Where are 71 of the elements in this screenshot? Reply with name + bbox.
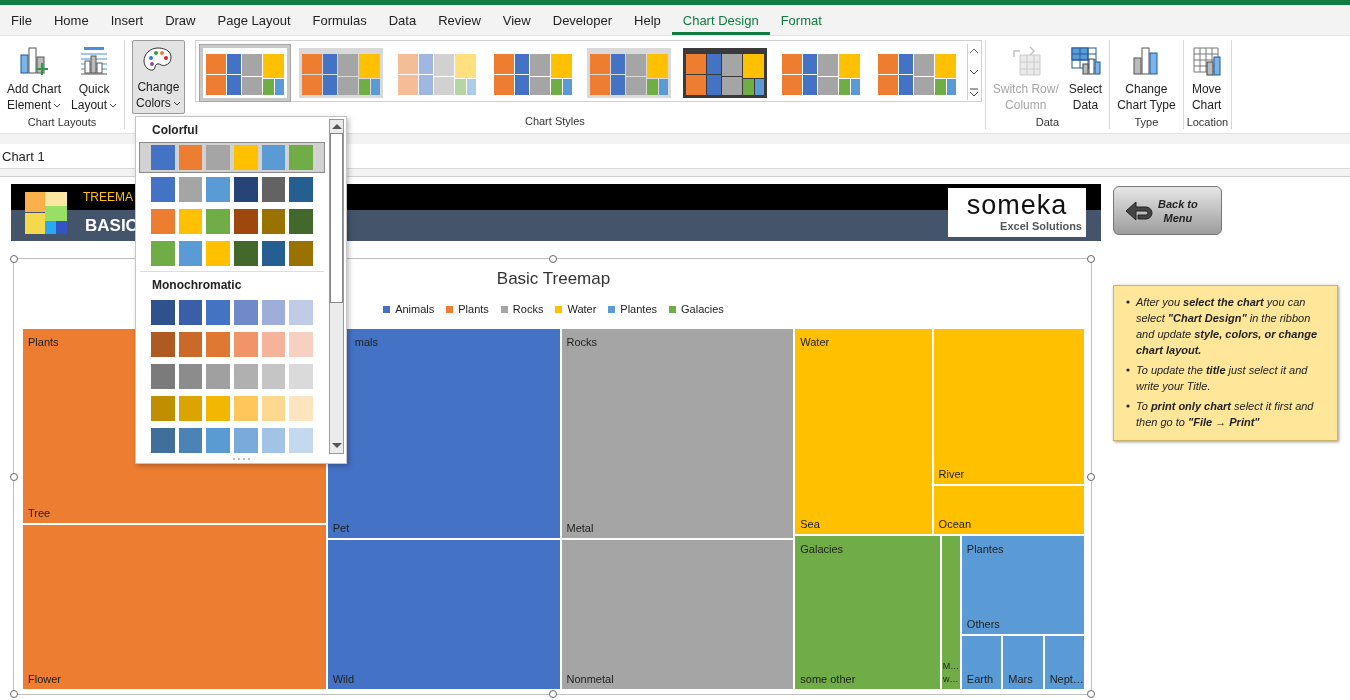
ribbon-tab[interactable]: Draw: [154, 5, 207, 35]
ribbon-tab[interactable]: Developer: [541, 5, 623, 35]
ribbon-tab[interactable]: View: [491, 5, 542, 35]
note-text: After you select the chart you can select "Chart Design" in the ribbon and update style, colors, or change chart layout.: [1136, 295, 1318, 358]
ribbon-tab[interactable]: Page Layout: [206, 5, 302, 35]
tile-label: M… w…: [942, 660, 959, 686]
tile-label: some other: [800, 673, 857, 685]
ribbon-button[interactable]: Move Chart: [1186, 40, 1227, 116]
ribbon-tab[interactable]: Home: [42, 5, 100, 35]
tile-label: Metal: [566, 521, 595, 534]
legend-label: Animals: [395, 303, 435, 315]
treemap-tile[interactable]: Earth: [961, 635, 1002, 689]
ribbon-button[interactable]: Select Data: [1064, 40, 1107, 116]
tile-label: Mars: [1008, 673, 1034, 685]
tile-label: Pet: [332, 521, 351, 534]
category-label: Rocks: [566, 336, 599, 348]
ribbon-tab[interactable]: File: [0, 5, 43, 35]
treemap-tile[interactable]: Nonmetal: [561, 539, 794, 689]
group-label: Chart Styles: [524, 115, 585, 129]
treemap-tile[interactable]: Nept…: [1044, 635, 1084, 689]
tile-label: Earth: [966, 673, 995, 685]
treemap-tile[interactable]: Plantes Others: [961, 535, 1084, 634]
group-label: Data: [1035, 116, 1060, 130]
ribbon-button[interactable]: Change Chart Type: [1113, 40, 1180, 116]
chart-title[interactable]: Basic Treemap: [496, 269, 611, 289]
legend-label: Galacies: [681, 303, 724, 315]
change-colors-button[interactable]: Change Colors: [132, 40, 185, 114]
section-heading: Colorful: [151, 122, 199, 139]
treemap-tile[interactable]: Flower: [23, 524, 326, 689]
group-label: Chart Layouts: [27, 116, 97, 130]
tile-label: Tree: [28, 506, 52, 519]
name-box[interactable]: Chart 1: [0, 148, 47, 164]
ribbon-tab[interactable]: Review: [427, 5, 492, 35]
ribbon-tab[interactable]: Insert: [99, 5, 155, 35]
treemap-tile[interactable]: River: [933, 329, 1084, 485]
ribbon-tab[interactable]: Help: [623, 5, 672, 35]
category-label: Plantes: [966, 542, 1005, 555]
tile-label: Sea: [800, 517, 821, 530]
banner-subtitle: BASIC: [85, 215, 138, 236]
back-button[interactable]: Back to Menu: [1113, 186, 1222, 235]
ribbon-tab[interactable]: Data: [377, 5, 428, 35]
treemap-tile[interactable]: Rocks Metal: [561, 329, 794, 538]
treemap-tile[interactable]: M… w…: [941, 535, 960, 689]
tile-label: Flower: [28, 673, 62, 685]
section-heading: Monochromatic: [151, 277, 243, 294]
legend-label: Rocks: [512, 303, 544, 315]
group-label: Location: [1186, 116, 1229, 130]
treemap-tile[interactable]: Ocean: [933, 486, 1084, 534]
group-label: Type: [1134, 116, 1159, 130]
treemap-tile[interactable]: Galacies some other: [795, 535, 940, 689]
legend-label: Plants: [458, 303, 489, 315]
tile-label: Wild: [332, 673, 356, 685]
tile-label: Ocean: [938, 517, 972, 530]
category-label: mals: [353, 336, 379, 348]
note-text: To print only chart select it first and then go to "File → Print": [1136, 399, 1315, 430]
tile-label: River: [938, 468, 966, 481]
brand-tagline: Excel Solutions: [1000, 220, 1082, 232]
category-label: Water: [800, 336, 831, 348]
legend-label: Water: [567, 303, 597, 315]
ribbon-button[interactable]: Quick Layout: [67, 40, 122, 116]
treemap-tile[interactable]: Mars: [1003, 635, 1043, 689]
ribbon-button[interactable]: Add Chart Element: [3, 40, 66, 116]
ribbon-tab[interactable]: Formulas: [301, 5, 378, 35]
tile-label: Nonmetal: [566, 673, 615, 685]
ribbon-tab[interactable]: Format: [769, 5, 833, 35]
category-label: Galacies: [800, 542, 845, 555]
category-label: Plants: [28, 336, 60, 348]
brand-name: someka: [966, 190, 1068, 220]
banner-title: TREEMA: [83, 190, 133, 204]
tile-label: Others: [966, 617, 1001, 630]
legend-label: Plantes: [620, 303, 658, 315]
